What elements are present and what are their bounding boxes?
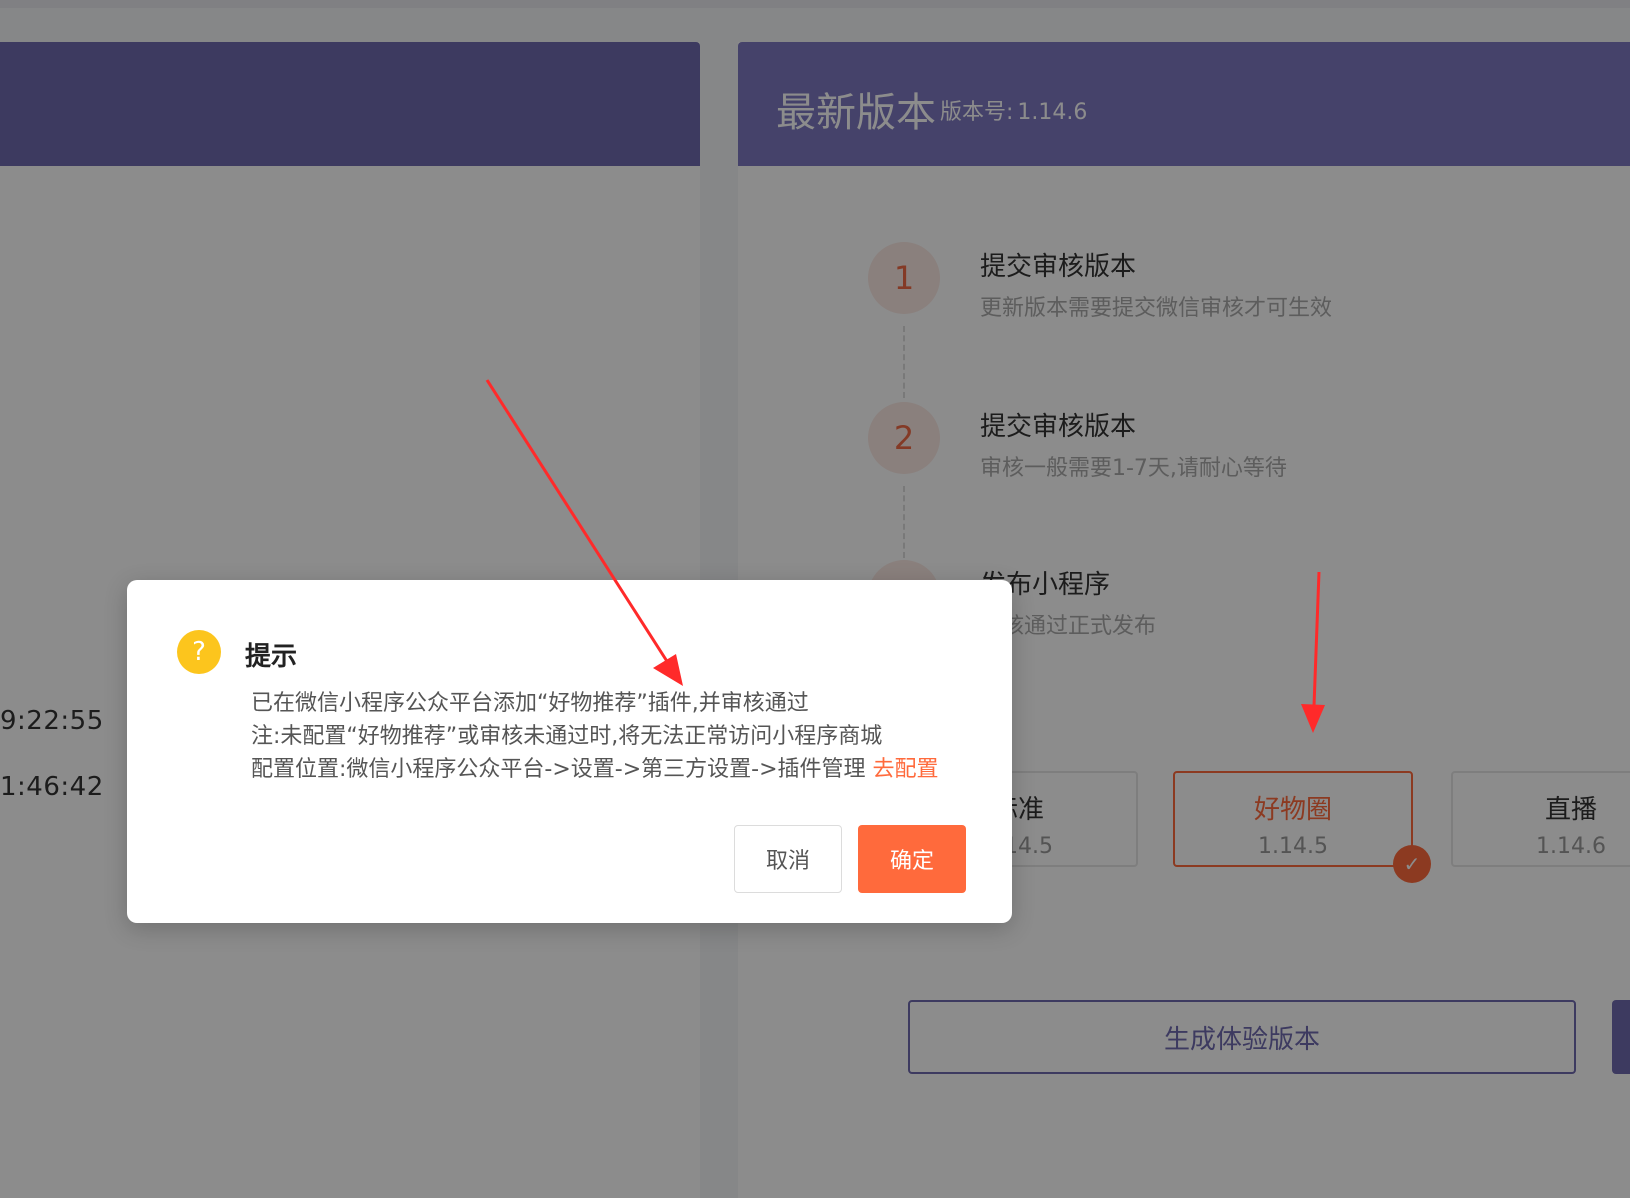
confirm-button[interactable]: 确定 (858, 825, 966, 893)
dialog-line-1: 已在微信小程序公众平台添加“好物推荐”插件,并审核通过 (251, 691, 809, 716)
go-config-link[interactable]: 去配置 (873, 757, 939, 782)
prompt-dialog: ? 提示 已在微信小程序公众平台添加“好物推荐”插件,并审核通过 注:未配置“好… (127, 580, 1012, 923)
cancel-button[interactable]: 取消 (734, 825, 842, 893)
config-location-text: 配置位置:微信小程序公众平台->设置->第三方设置->插件管理 (251, 757, 866, 782)
dialog-line-2: 注:未配置“好物推荐”或审核未通过时,将无法正常访问小程序商城 (251, 724, 883, 749)
dialog-body: 已在微信小程序公众平台添加“好物推荐”插件,并审核通过 注:未配置“好物推荐”或… (251, 687, 939, 786)
dialog-title: 提示 (245, 642, 298, 672)
question-icon: ? (177, 630, 221, 674)
dialog-line-3: 配置位置:微信小程序公众平台->设置->第三方设置->插件管理 去配置 (251, 753, 939, 786)
